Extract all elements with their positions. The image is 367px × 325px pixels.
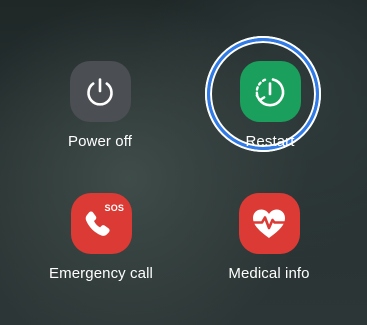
power-off-label: Power off: [68, 133, 132, 150]
emergency-call-tile[interactable]: SOS: [70, 193, 132, 254]
emergency-call-button[interactable]: SOS Emergency call: [21, 193, 181, 303]
medical-info-label: Medical info: [228, 265, 310, 282]
medical-info-tile[interactable]: [238, 193, 300, 254]
emergency-call-label: Emergency call: [49, 265, 153, 282]
restart-button[interactable]: Restart: [190, 61, 350, 171]
medical-info-button[interactable]: Medical info: [189, 193, 349, 303]
restart-label: Restart: [245, 133, 295, 150]
power-icon: [87, 77, 113, 106]
power-off-button[interactable]: Power off: [20, 61, 180, 171]
medical-heart-icon: [252, 209, 286, 238]
power-off-tile[interactable]: [69, 61, 131, 122]
power-menu: Power off Restart SOS Emergency call Med…: [0, 0, 367, 325]
restart-tile[interactable]: [239, 61, 301, 122]
restart-icon: [255, 77, 285, 106]
emergency-call-icon: [85, 211, 110, 236]
